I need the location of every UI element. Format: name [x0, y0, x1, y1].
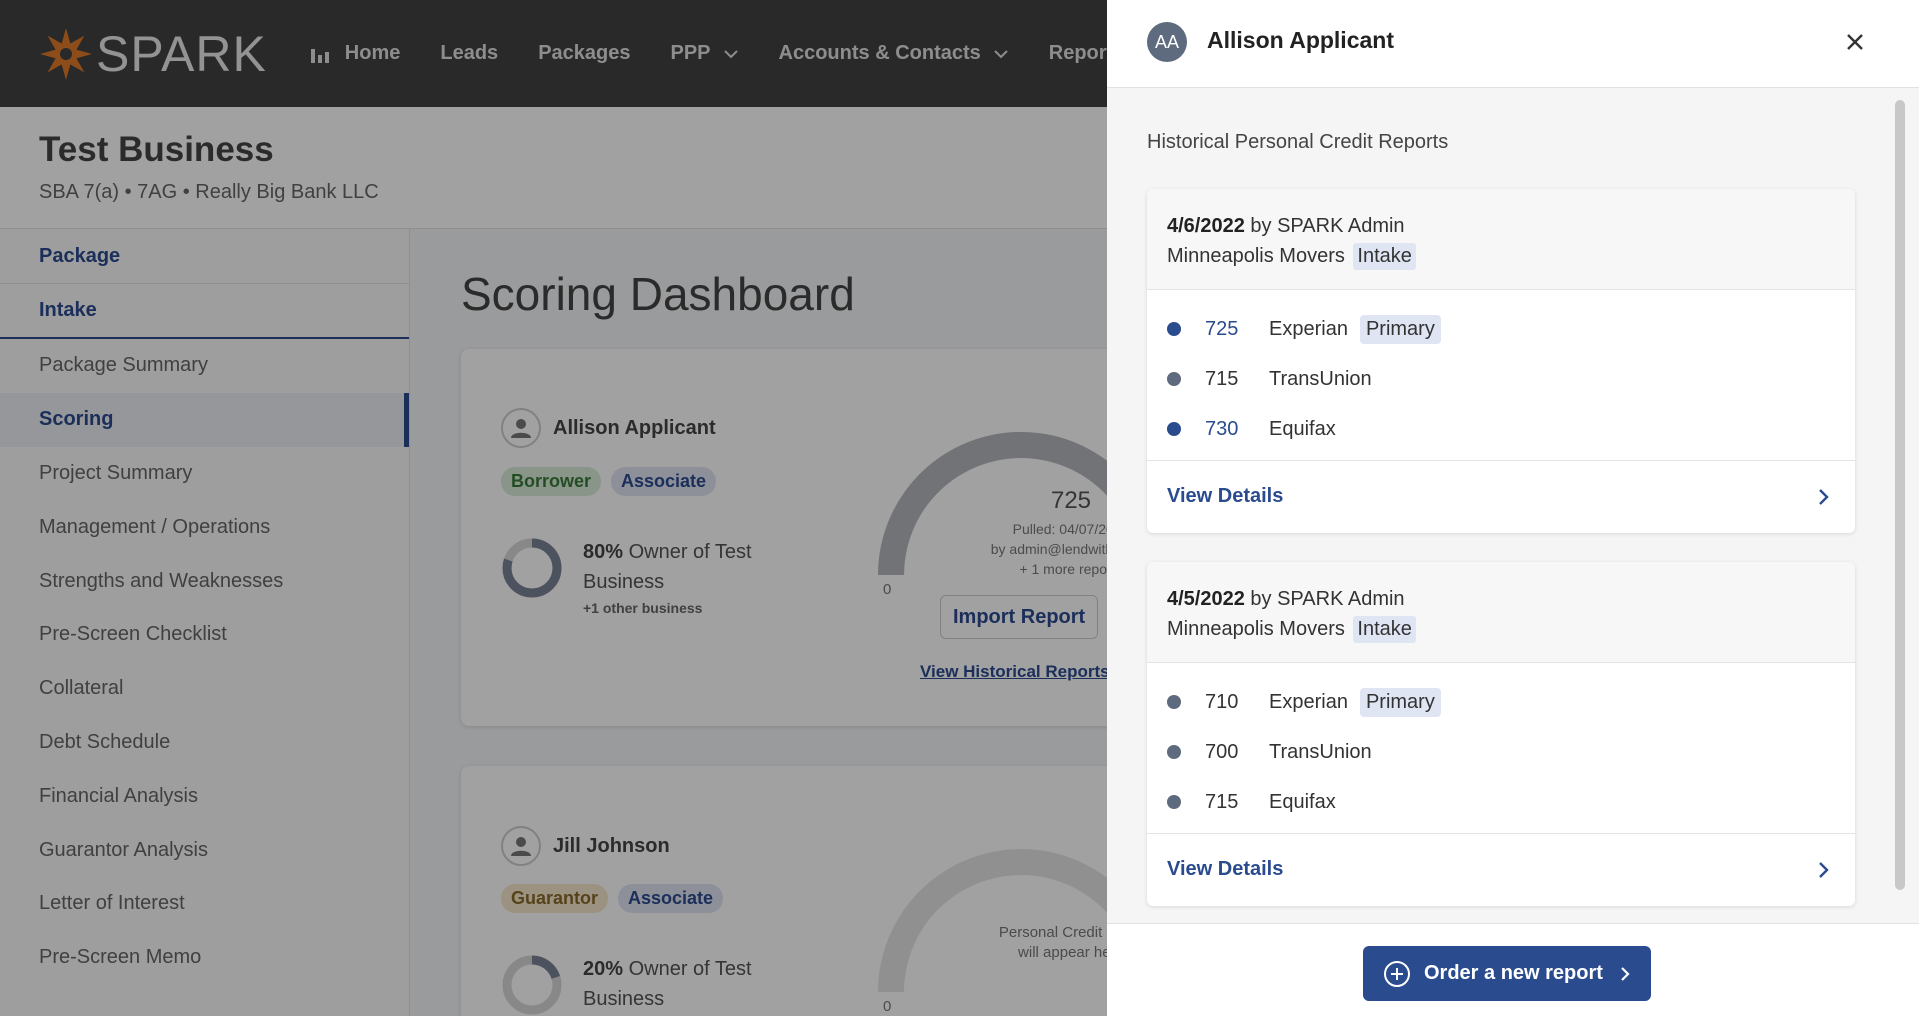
score-row: 710 Experian Primary	[1147, 677, 1855, 727]
historical-reports-drawer: AA Allison Applicant Historical Personal…	[1107, 0, 1919, 1016]
status-dot	[1167, 322, 1181, 336]
report-tag: Intake	[1353, 616, 1416, 643]
order-new-report-button[interactable]: Order a new report	[1363, 946, 1651, 1001]
chevron-right-icon	[1621, 966, 1630, 981]
bureau-name: Experian	[1269, 690, 1348, 713]
close-button[interactable]	[1841, 28, 1869, 56]
modal-overlay[interactable]	[0, 0, 1107, 1016]
bureau-name: TransUnion	[1269, 740, 1372, 763]
drawer-body: Historical Personal Credit Reports 4/6/2…	[1107, 88, 1919, 923]
report-author: by SPARK Admin	[1244, 588, 1405, 610]
score-value: 715	[1205, 367, 1239, 390]
score-value: 715	[1205, 790, 1239, 813]
report-header: 4/6/2022 by SPARK Admin Minneapolis Move…	[1147, 189, 1855, 290]
score-value: 710	[1205, 690, 1239, 713]
status-dot	[1167, 795, 1181, 809]
avatar: AA	[1147, 22, 1187, 62]
drawer-footer: Order a new report	[1107, 923, 1919, 1016]
close-icon	[1847, 34, 1863, 50]
report-date: 4/6/2022	[1167, 215, 1245, 237]
score-list: 725 Experian Primary 715 TransUnion 730 …	[1147, 290, 1855, 461]
view-details-label: View Details	[1167, 858, 1284, 880]
report-card: 4/6/2022 by SPARK Admin Minneapolis Move…	[1147, 189, 1855, 533]
bureau-name: Experian	[1269, 317, 1348, 340]
view-details-label: View Details	[1167, 485, 1284, 507]
chevron-right-icon	[1819, 861, 1829, 878]
score-row: 725 Experian Primary	[1147, 304, 1855, 354]
section-label: Historical Personal Credit Reports	[1147, 131, 1449, 153]
report-card: 4/5/2022 by SPARK Admin Minneapolis Move…	[1147, 562, 1855, 906]
drawer-title: Allison Applicant	[1207, 27, 1394, 53]
report-author: by SPARK Admin	[1244, 215, 1405, 237]
primary-badge: Primary	[1359, 687, 1441, 717]
score-row: 700 TransUnion	[1147, 727, 1855, 777]
status-dot	[1167, 422, 1181, 436]
report-tag: Intake	[1353, 243, 1416, 270]
plus-circle-icon	[1384, 960, 1410, 987]
view-details-link[interactable]: View Details	[1147, 461, 1855, 532]
order-button-label: Order a new report	[1424, 962, 1603, 984]
bureau-name: TransUnion	[1269, 367, 1372, 390]
score-row: 715 Equifax	[1147, 777, 1855, 827]
score-value: 700	[1205, 740, 1239, 763]
chevron-right-icon	[1819, 488, 1829, 505]
score-value[interactable]: 725	[1205, 318, 1269, 341]
status-dot	[1167, 745, 1181, 759]
score-list: 710 Experian Primary 700 TransUnion 715 …	[1147, 663, 1855, 834]
report-company: Minneapolis Movers	[1167, 245, 1345, 267]
report-date: 4/5/2022	[1167, 588, 1245, 610]
status-dot	[1167, 695, 1181, 709]
report-company: Minneapolis Movers	[1167, 618, 1345, 640]
score-value[interactable]: 730	[1205, 418, 1269, 441]
status-dot	[1167, 372, 1181, 386]
bureau-name: Equifax	[1269, 417, 1336, 440]
drawer-scrollbar[interactable]	[1895, 100, 1905, 890]
view-details-link[interactable]: View Details	[1147, 834, 1855, 905]
bureau-name: Equifax	[1269, 790, 1336, 813]
report-header: 4/5/2022 by SPARK Admin Minneapolis Move…	[1147, 562, 1855, 663]
score-row: 715 TransUnion	[1147, 354, 1855, 404]
score-row: 730 Equifax	[1147, 404, 1855, 454]
drawer-header: AA Allison Applicant	[1107, 0, 1919, 88]
primary-badge: Primary	[1359, 314, 1441, 344]
